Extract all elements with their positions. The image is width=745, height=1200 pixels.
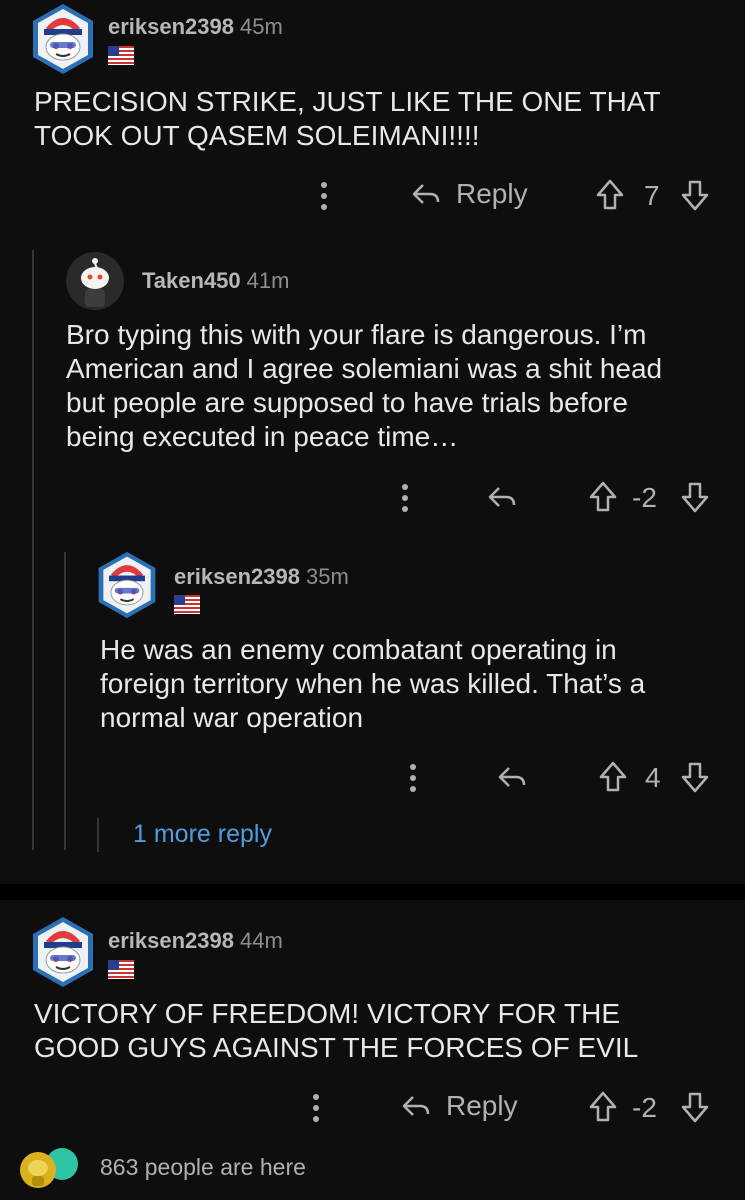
reply-label[interactable]: Reply [456,178,528,210]
username[interactable]: eriksen2398 35m [174,564,349,590]
upvote-icon[interactable] [595,178,625,212]
username-text[interactable]: eriksen2398 [174,564,300,589]
presence-avatars [16,1144,82,1192]
upvote-icon[interactable] [588,1090,618,1124]
comment-body: He was an enemy combatant operating in f… [100,634,646,733]
downvote-icon[interactable] [680,178,710,212]
presence-count: 863 people are here [100,1154,306,1180]
downvote-icon[interactable] [680,480,710,514]
us-flag-icon [108,46,134,65]
comment-actions: 4 [0,752,745,802]
reply-icon[interactable] [496,764,528,790]
comment-actions: -2 [0,472,745,522]
username[interactable]: eriksen2398 45m [108,14,283,40]
timestamp: 41m [246,268,290,293]
reply-button[interactable]: Reply [400,1090,518,1122]
username-text[interactable]: Taken450 [142,268,241,293]
upvote-icon[interactable] [588,480,618,514]
comment-body: Bro typing this with your flare is dange… [66,319,663,452]
reply-icon [410,181,442,207]
more-options-icon[interactable] [403,762,423,794]
thread-line-nested[interactable] [64,552,66,850]
us-flag-icon [174,595,200,614]
avatar[interactable] [26,2,100,81]
comment-actions: Reply 7 [0,170,745,220]
downvote-icon[interactable] [680,760,710,794]
avatar[interactable] [92,550,162,625]
downvote-icon[interactable] [680,1090,710,1124]
avatar[interactable] [66,252,124,315]
comment-actions: Reply -2 [0,1082,745,1132]
timestamp: 45m [240,14,283,39]
reply-icon [400,1093,432,1119]
upvote-icon[interactable] [598,760,628,794]
timestamp: 44m [240,928,283,953]
username-text[interactable]: eriksen2398 [108,14,234,39]
us-flag-icon [108,960,134,979]
more-options-icon[interactable] [306,1092,326,1124]
username[interactable]: eriksen2398 44m [108,928,283,954]
vote-count: -2 [632,1092,657,1123]
reply-icon[interactable] [486,484,518,510]
reply-label[interactable]: Reply [446,1090,518,1122]
username-text[interactable]: eriksen2398 [108,928,234,953]
vote-count: -2 [632,482,657,513]
more-options-icon[interactable] [314,180,334,212]
avatar[interactable] [26,915,100,994]
more-options-icon[interactable] [395,482,415,514]
reply-button[interactable]: Reply [410,178,528,210]
comment-body: PRECISION STRIKE, JUST LIKE THE ONE THAT… [34,86,660,151]
vote-count: 4 [645,762,661,793]
more-replies-link[interactable]: 1 more reply [133,820,272,849]
timestamp: 35m [306,564,349,589]
thread-line-more [97,818,99,852]
comment-body: VICTORY OF FREEDOM! VICTORY FOR THE GOOD… [34,998,639,1063]
vote-count: 7 [644,180,660,211]
username[interactable]: Taken450 41m [142,268,289,294]
thread-divider [0,884,745,900]
